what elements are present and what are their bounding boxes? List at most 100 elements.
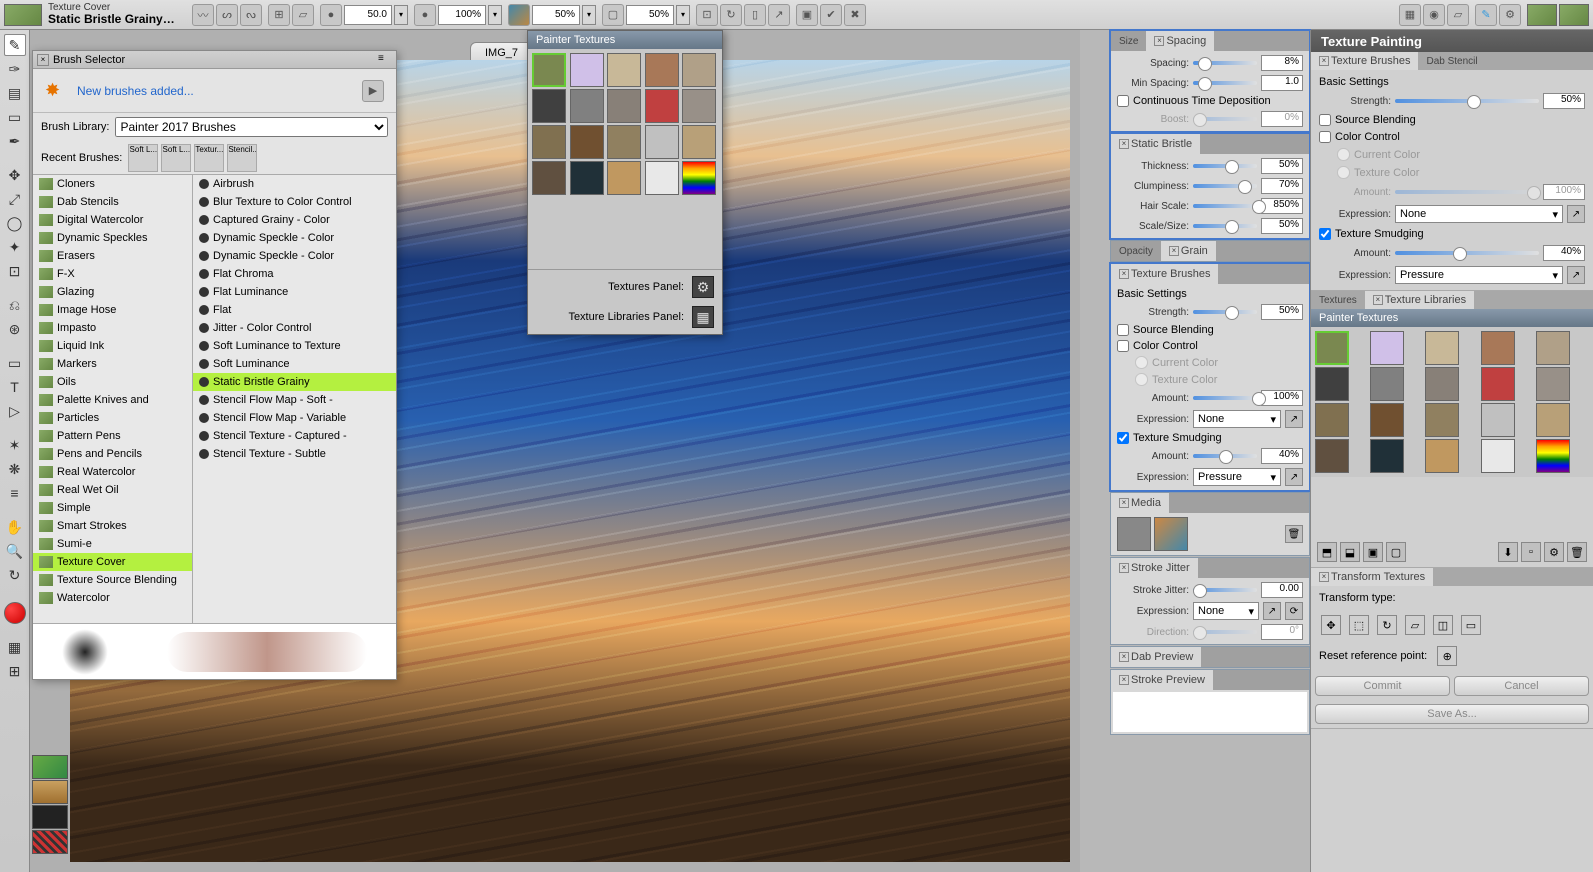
tb-strength-slider[interactable] <box>1193 310 1257 314</box>
tb-expression-select[interactable]: None▾ <box>1193 410 1281 428</box>
media-swatch-3[interactable] <box>32 805 68 829</box>
texture-swatch[interactable] <box>682 125 716 159</box>
category-item[interactable]: Smart Strokes <box>33 517 192 535</box>
variant-item[interactable]: Soft Luminance to Texture <box>193 337 396 355</box>
texture-swatch[interactable] <box>570 53 604 87</box>
zoom-tool-icon[interactable]: 🔍 <box>4 540 26 562</box>
stroke-jitter-slider[interactable] <box>1193 588 1257 592</box>
brush-library-select[interactable]: Painter 2017 Brushes <box>115 117 388 137</box>
category-item[interactable]: Markers <box>33 355 192 373</box>
close-icon[interactable]: × <box>1169 246 1179 256</box>
tab-dab-preview[interactable]: ×Dab Preview <box>1111 647 1201 667</box>
texture-swatch[interactable] <box>607 125 641 159</box>
save-as-button[interactable]: Save As... <box>1315 704 1589 724</box>
new-brushes-link[interactable]: New brushes added... <box>77 84 194 98</box>
tool-icon-a[interactable]: ⊡ <box>696 4 718 26</box>
dropper-tool-icon[interactable]: ✑ <box>4 58 26 80</box>
category-item[interactable]: Cloners <box>33 175 192 193</box>
resat-input[interactable] <box>626 5 674 25</box>
category-item[interactable]: Palette Knives and <box>33 391 192 409</box>
invert-icon[interactable]: ↗ <box>1567 205 1585 223</box>
dab-type-icon[interactable]: 〰 <box>192 4 214 26</box>
variant-item[interactable]: Jitter - Color Control <box>193 319 396 337</box>
texture-swatch[interactable] <box>1370 367 1404 401</box>
transform-perspective-icon[interactable]: ▭ <box>1461 615 1481 635</box>
texture-swatch[interactable] <box>570 161 604 195</box>
media-swatch-2[interactable] <box>32 780 68 804</box>
move-tool-icon[interactable]: ✥ <box>4 164 26 186</box>
new-icon[interactable]: ▫ <box>1521 542 1541 562</box>
tab-opacity[interactable]: Opacity <box>1111 241 1161 261</box>
variant-item[interactable]: Stencil Texture - Captured - <box>193 427 396 445</box>
tab-spacing[interactable]: ×Spacing <box>1146 31 1214 51</box>
texture-swatch[interactable] <box>1481 331 1515 365</box>
opacity-dropdown[interactable]: ▾ <box>488 5 502 25</box>
tab-tp-dab-stencil[interactable]: Dab Stencil <box>1418 52 1485 70</box>
trash-icon[interactable]: 🗑 <box>1285 525 1303 543</box>
smudge-expression-select[interactable]: Pressure▾ <box>1193 468 1281 486</box>
tab-grain[interactable]: ×Grain <box>1161 241 1216 261</box>
import-icon[interactable]: ⬒ <box>1317 542 1337 562</box>
texture-swatch[interactable] <box>1425 439 1459 473</box>
texture-swatch[interactable] <box>607 161 641 195</box>
eraser-tool-icon[interactable]: ▭ <box>4 106 26 128</box>
category-item[interactable]: Dynamic Speckles <box>33 229 192 247</box>
category-item[interactable]: Digital Watercolor <box>33 211 192 229</box>
close-icon[interactable]: × <box>1319 572 1329 582</box>
media-swatch-4[interactable] <box>32 830 68 854</box>
texture-icon[interactable] <box>508 4 530 26</box>
category-item[interactable]: Texture Source Blending <box>33 571 192 589</box>
category-item[interactable]: Dab Stencils <box>33 193 192 211</box>
thickness-slider[interactable] <box>1193 164 1257 168</box>
advanced-brush-icon[interactable]: ✎ <box>1475 4 1497 26</box>
tab-transform-textures[interactable]: ×Transform Textures <box>1311 568 1433 586</box>
texture-swatch[interactable] <box>645 89 679 123</box>
cancel-icon[interactable]: ✖ <box>844 4 866 26</box>
scalesize-slider[interactable] <box>1193 224 1257 228</box>
texture-swatch[interactable] <box>1536 439 1570 473</box>
brush-title-block[interactable]: Texture Cover Static Bristle Grainy L... <box>48 2 178 26</box>
tab-stroke-preview[interactable]: ×Stroke Preview <box>1111 670 1213 690</box>
category-item[interactable]: Glazing <box>33 283 192 301</box>
resat-icon[interactable]: ▢ <box>602 4 624 26</box>
variant-item[interactable]: Dynamic Speckle - Color <box>193 247 396 265</box>
variant-item[interactable]: Soft Luminance <box>193 355 396 373</box>
transform-rotate-icon[interactable]: ↻ <box>1377 615 1397 635</box>
category-item[interactable]: F-X <box>33 265 192 283</box>
texture-swatch[interactable] <box>1536 331 1570 365</box>
invert-icon[interactable]: ↗ <box>1285 468 1303 486</box>
variant-item[interactable]: Blur Texture to Color Control <box>193 193 396 211</box>
ctd-checkbox[interactable] <box>1117 95 1129 107</box>
category-item[interactable]: Texture Cover <box>33 553 192 571</box>
panel-icon-2[interactable]: ◉ <box>1423 4 1445 26</box>
close-icon[interactable]: × <box>1154 36 1164 46</box>
straight-line-icon[interactable]: ᔓ <box>240 4 262 26</box>
rotate-tool-icon[interactable]: ↻ <box>4 564 26 586</box>
main-color-swatch[interactable] <box>4 602 26 624</box>
size-dab-icon[interactable]: ● <box>320 4 342 26</box>
tab-static-bristle[interactable]: ×Static Bristle <box>1111 134 1200 154</box>
texture-swatch[interactable] <box>1481 367 1515 401</box>
nav-icon[interactable]: ⊞ <box>4 660 26 682</box>
transform-skew-icon[interactable]: ▱ <box>1405 615 1425 635</box>
tp-expression-select[interactable]: None▾ <box>1395 205 1563 223</box>
add-icon[interactable]: ▣ <box>1363 542 1383 562</box>
close-icon[interactable]: × <box>1373 295 1383 305</box>
gear-icon[interactable]: ⚙ <box>1499 4 1521 26</box>
variant-item[interactable]: Flat Chroma <box>193 265 396 283</box>
category-item[interactable]: Oils <box>33 373 192 391</box>
tab-tp-texture-brushes[interactable]: ×Texture Brushes <box>1311 52 1418 70</box>
close-icon[interactable]: × <box>1119 269 1129 279</box>
transform-distort-icon[interactable]: ◫ <box>1433 615 1453 635</box>
opacity-icon[interactable]: ● <box>414 4 436 26</box>
reset-reference-icon[interactable]: ⊕ <box>1437 646 1457 666</box>
texture-swatch[interactable] <box>1536 403 1570 437</box>
tracker-thumb-1[interactable] <box>1527 4 1557 26</box>
tab-tp-texture-libraries[interactable]: ×Texture Libraries <box>1365 291 1474 309</box>
category-item[interactable]: Erasers <box>33 247 192 265</box>
size-dropdown[interactable]: ▾ <box>394 5 408 25</box>
texture-smudging-checkbox[interactable] <box>1117 432 1129 444</box>
gear-icon[interactable]: ⚙ <box>1544 542 1564 562</box>
spacing-slider[interactable] <box>1193 61 1257 65</box>
tp-strength-slider[interactable] <box>1395 99 1539 103</box>
